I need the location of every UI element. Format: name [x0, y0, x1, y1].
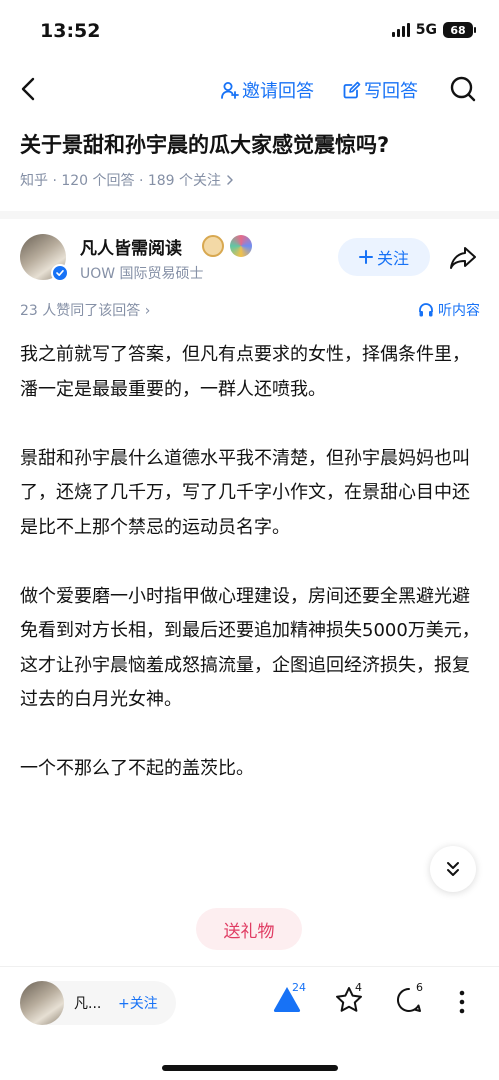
question-title[interactable]: 关于景甜和孙宇晨的瓜大家感觉震惊吗?	[20, 130, 480, 160]
listen-button[interactable]: 听内容	[418, 300, 480, 320]
comment-count: 6	[416, 981, 423, 994]
signal-icon	[391, 23, 410, 37]
status-indicators: 5G 68	[391, 22, 476, 38]
edit-icon	[343, 81, 361, 99]
bottom-action-bar: 凡... +关注 24 4 6	[0, 966, 499, 1080]
avatar[interactable]	[20, 981, 64, 1025]
favorite-button[interactable]: 4	[334, 981, 364, 1019]
section-divider	[0, 211, 499, 219]
question-meta[interactable]: 知乎 · 120 个回答 · 189 个关注	[20, 170, 480, 190]
share-button[interactable]	[448, 244, 478, 272]
bottom-follow-button[interactable]: +关注	[118, 993, 158, 1013]
search-icon	[450, 76, 476, 102]
answer-paragraph: 一个不那么了不起的盖茨比。	[20, 758, 254, 779]
question-header[interactable]: 关于景甜和孙宇晨的瓜大家感觉震惊吗? 知乎 · 120 个回答 · 189 个关…	[20, 130, 480, 190]
search-button[interactable]	[449, 75, 477, 103]
answer-paragraph: 景甜和孙宇晨什么道德水平我不清楚，但孙宇晨妈妈也叫了，还烧了几千万，写了几千字小…	[20, 447, 470, 538]
invite-user-icon	[221, 82, 239, 99]
battery-icon: 68	[443, 22, 476, 38]
back-arrow-icon	[21, 77, 35, 101]
author-row: 凡人皆需阅读 UOW 国际贸易硕士 关注	[20, 232, 480, 292]
follow-button[interactable]: 关注	[338, 238, 430, 276]
answer-paragraph: 做个爱要磨一小时指甲做心理建设，房间还要全黑避光避免看到对方长相，到最后还要追加…	[20, 585, 480, 711]
comment-button[interactable]: 6	[394, 981, 424, 1019]
author-name[interactable]: 凡人皆需阅读	[80, 234, 182, 259]
listen-label: 听内容	[438, 303, 480, 319]
battery-level: 68	[450, 23, 466, 37]
voters-link[interactable]: 23 人赞同了该回答 ›	[20, 300, 150, 320]
more-vertical-icon	[459, 990, 465, 1014]
bottom-author-chip[interactable]: 凡... +关注	[20, 981, 176, 1025]
votes-row: 23 人赞同了该回答 › 听内容	[20, 300, 480, 320]
answer-content: 我之前就写了答案，但凡有点要求的女性，择偶条件里，潘一定是最最重要的，一群人还喷…	[20, 338, 480, 821]
next-answer-button[interactable]	[430, 846, 476, 892]
back-button[interactable]	[16, 76, 42, 102]
chevron-right-icon	[227, 175, 233, 185]
verified-badge-icon	[51, 264, 69, 282]
invite-answer-button[interactable]: 邀请回答	[220, 77, 314, 103]
follow-label: 关注	[376, 249, 409, 268]
answer-paragraph: 我之前就写了答案，但凡有点要求的女性，择偶条件里，潘一定是最最重要的，一群人还喷…	[20, 344, 470, 400]
upvote-button[interactable]: 24	[272, 981, 306, 1017]
write-answer-button[interactable]: 写回答	[342, 77, 418, 103]
share-icon	[450, 247, 476, 269]
upvote-count: 24	[292, 981, 306, 994]
achievement-badge-icon[interactable]	[230, 235, 252, 257]
headphones-icon	[419, 303, 433, 317]
crown-badge-icon[interactable]	[202, 235, 224, 257]
write-answer-label: 写回答	[364, 81, 418, 102]
more-button[interactable]	[454, 989, 470, 1019]
double-chevron-down-icon	[447, 862, 459, 876]
plus-icon	[358, 250, 373, 264]
author-description: UOW 国际贸易硕士	[80, 266, 204, 282]
votes-text: 23 人赞同了该回答	[20, 303, 141, 319]
question-meta-text: 知乎 · 120 个回答 · 189 个关注	[20, 173, 222, 189]
favorite-count: 4	[355, 981, 362, 994]
status-bar: 13:52 5G 68	[0, 0, 499, 60]
network-type: 5G	[415, 22, 437, 38]
invite-answer-label: 邀请回答	[242, 81, 314, 102]
send-gift-label: 送礼物	[223, 921, 275, 942]
send-gift-button[interactable]: 送礼物	[196, 908, 302, 950]
status-time: 13:52	[40, 20, 101, 42]
chevron-right-icon: ›	[144, 303, 151, 319]
bottom-author-name[interactable]: 凡...	[74, 993, 101, 1013]
nav-bar: 邀请回答 写回答	[0, 64, 499, 114]
home-indicator[interactable]	[162, 1065, 338, 1071]
